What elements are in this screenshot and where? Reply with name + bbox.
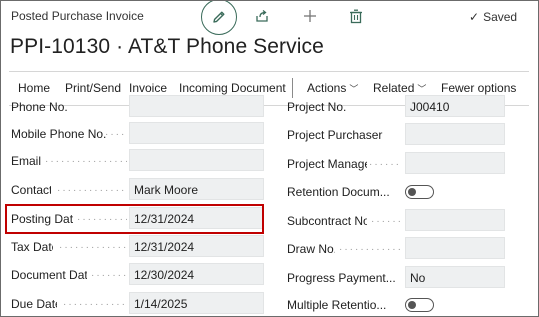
invoice-action[interactable]: Invoice bbox=[129, 81, 167, 95]
field-label: Retention Docum... bbox=[287, 185, 390, 199]
multiple-retention-toggle[interactable] bbox=[405, 298, 434, 312]
saved-status: ✓ Saved bbox=[469, 10, 517, 24]
home-action[interactable]: Home bbox=[18, 81, 50, 95]
field-mobile-phone-no: Mobile Phone No. ····· bbox=[11, 122, 264, 146]
saved-label: Saved bbox=[483, 10, 518, 24]
share-button[interactable] bbox=[253, 7, 271, 25]
delete-button[interactable] bbox=[347, 7, 365, 25]
new-button[interactable] bbox=[301, 7, 319, 25]
leader-dots: ······· bbox=[369, 159, 401, 170]
field-label: Progress Payment... bbox=[287, 271, 396, 285]
phone-no-input[interactable] bbox=[129, 95, 264, 117]
leader-dots: ················ bbox=[57, 185, 127, 196]
project-purchaser-input[interactable] bbox=[405, 123, 505, 145]
leader-dots: ··············· bbox=[59, 242, 127, 253]
field-contact: Contact ················ Mark Moore bbox=[11, 178, 264, 202]
page-breadcrumb: Posted Purchase Invoice bbox=[11, 9, 144, 23]
field-retention-document: Retention Docum... bbox=[287, 180, 531, 204]
field-label: Draw No. bbox=[287, 242, 335, 256]
leader-dots: ·············· bbox=[63, 299, 127, 310]
pencil-icon bbox=[213, 11, 225, 23]
field-subcontract-no: Subcontract No. ······ bbox=[287, 209, 531, 233]
fewer-options-action[interactable]: Fewer options bbox=[441, 81, 516, 95]
field-label: Due Date bbox=[11, 297, 57, 311]
field-tax-date: Tax Date ··············· 12/31/2024 bbox=[11, 235, 264, 259]
field-label: Multiple Retentio... bbox=[287, 298, 387, 312]
trash-icon bbox=[350, 9, 362, 23]
field-label: Tax Date bbox=[11, 240, 53, 254]
field-multiple-retention: Multiple Retentio... bbox=[287, 293, 531, 316]
field-label: Project No. bbox=[287, 100, 347, 114]
field-label: Phone No. bbox=[11, 100, 68, 114]
field-progress-payment: Progress Payment... No bbox=[287, 266, 531, 290]
leader-dots: ······ bbox=[371, 216, 401, 227]
actions-menu[interactable]: Actions ﹀ bbox=[307, 81, 358, 95]
print-send-action[interactable]: Print/Send bbox=[65, 81, 121, 95]
actions-menu-label: Actions bbox=[307, 81, 347, 95]
retention-document-toggle[interactable] bbox=[405, 185, 434, 199]
incoming-document-action[interactable]: Incoming Document bbox=[179, 81, 286, 95]
share-icon bbox=[256, 9, 268, 22]
tax-date-input[interactable]: 12/31/2024 bbox=[129, 235, 264, 257]
plus-icon bbox=[304, 10, 316, 22]
field-label: Email bbox=[11, 154, 41, 168]
field-label: Contact bbox=[11, 183, 51, 197]
page-frame: Posted Purchase Invoice ✓ Saved PPI-1013… bbox=[0, 0, 539, 317]
document-date-input[interactable]: 12/30/2024 bbox=[129, 263, 264, 285]
leader-dots: ·············· bbox=[339, 244, 401, 255]
toggle-knob bbox=[408, 300, 416, 309]
field-due-date: Due Date ·············· 1/14/2025 bbox=[11, 292, 264, 316]
field-project-manager: Project Manager ······· bbox=[287, 152, 531, 176]
field-label: Subcontract No. bbox=[287, 214, 367, 228]
due-date-input[interactable]: 1/14/2025 bbox=[129, 292, 264, 314]
progress-payment-input[interactable]: No bbox=[405, 266, 505, 288]
email-input[interactable] bbox=[129, 149, 264, 171]
field-label: Mobile Phone No. bbox=[11, 127, 106, 141]
page-title: PPI-10130 · AT&T Phone Service bbox=[10, 35, 324, 58]
chevron-down-icon: ﹀ bbox=[349, 84, 359, 94]
leader-dots: ········ bbox=[91, 270, 127, 281]
field-label: Project Manager bbox=[287, 157, 367, 171]
field-draw-no: Draw No. ·············· bbox=[287, 237, 531, 261]
mobile-phone-input[interactable] bbox=[129, 122, 264, 144]
toggle-knob bbox=[408, 187, 416, 196]
related-menu-label: Related bbox=[373, 81, 415, 95]
field-document-date: Document Date ········ 12/30/2024 bbox=[11, 263, 264, 287]
leader-dots: ····· bbox=[105, 129, 127, 140]
posting-date-highlight bbox=[5, 204, 264, 234]
subcontract-no-input[interactable] bbox=[405, 209, 505, 231]
edit-button[interactable] bbox=[201, 1, 237, 35]
related-menu[interactable]: Related ﹀ bbox=[373, 81, 426, 95]
field-phone-no: Phone No. bbox=[11, 95, 264, 119]
contact-input[interactable]: Mark Moore bbox=[129, 178, 264, 200]
field-label: Project Purchaser bbox=[287, 128, 383, 142]
checkmark-icon: ✓ bbox=[469, 10, 480, 24]
field-project-purchaser: Project Purchaser bbox=[287, 123, 531, 147]
leader-dots: ·················· bbox=[45, 156, 127, 167]
chevron-down-icon: ﹀ bbox=[417, 84, 427, 94]
field-label: Document Date bbox=[11, 268, 87, 282]
project-no-input[interactable]: J00410 bbox=[405, 95, 505, 117]
project-manager-input[interactable] bbox=[405, 152, 505, 174]
field-project-no: Project No. J00410 bbox=[287, 95, 531, 119]
field-email: Email ·················· bbox=[11, 149, 264, 173]
draw-no-input[interactable] bbox=[405, 237, 505, 259]
